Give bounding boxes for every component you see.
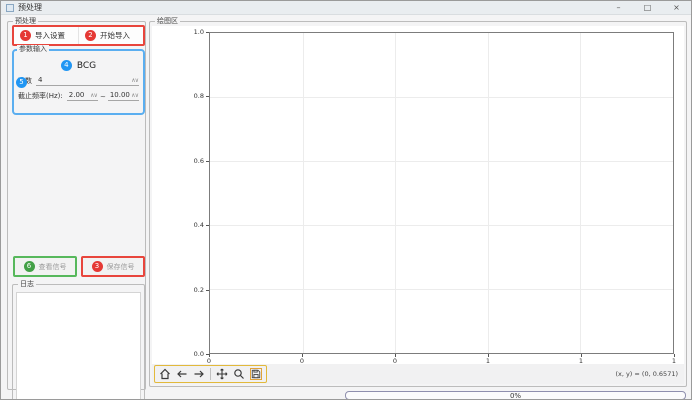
close-button[interactable]: × — [662, 1, 691, 14]
badge-1: 1 — [20, 30, 31, 41]
gridline — [210, 289, 673, 290]
save-signal-label: 保存信号 — [107, 262, 135, 272]
cutoff-low-spin-arrows[interactable]: ∧∨ — [90, 92, 97, 99]
import-settings-label: 导入设置 — [35, 30, 65, 41]
gridline — [580, 33, 581, 353]
action-buttons-row: 6 查看信号 3 保存信号 — [13, 256, 145, 277]
y-tick-label: 0.2 — [184, 286, 204, 294]
x-tick-mark — [302, 354, 303, 357]
y-tick-mark — [206, 161, 209, 162]
spin-down-icon[interactable]: ∨ — [135, 77, 138, 84]
log-group-label: 日志 — [18, 280, 36, 289]
gridline — [210, 161, 673, 162]
forward-arrow-icon[interactable] — [193, 368, 205, 380]
log-textarea[interactable] — [16, 292, 141, 400]
y-tick-label: 0.6 — [184, 157, 204, 165]
badge-2: 2 — [85, 30, 96, 41]
start-import-button[interactable]: 2 开始导入 — [78, 27, 143, 44]
plot-area-group: 绘图区 1.0 0.8 0.6 0.4 0.2 0.0 — [149, 21, 687, 387]
cutoff-high-value: 10.00 — [110, 91, 130, 99]
params-group: 参数输入 5 4 BCG 阶数 4 ∧∨ 截止频率(Hz): 2.00 ∧∨ ~ — [12, 49, 145, 115]
plot-canvas[interactable]: 1.0 0.8 0.6 0.4 0.2 0.0 0 0 0 1 1 1 — [152, 26, 684, 366]
cursor-coordinates-readout: (x, y) = (0, 0.6571) — [615, 370, 678, 378]
cutoff-high-spinbox[interactable]: 10.00 ∧∨ — [108, 91, 139, 101]
view-signal-button[interactable]: 6 查看信号 — [13, 256, 77, 277]
cutoff-low-value: 2.00 — [69, 91, 85, 99]
plot-axes[interactable] — [209, 32, 674, 354]
import-settings-button[interactable]: 1 导入设置 — [14, 27, 78, 44]
minimize-button[interactable]: – — [604, 1, 633, 14]
params-group-label: 参数输入 — [17, 45, 49, 54]
cutoff-high-spin-arrows[interactable]: ∧∨ — [131, 92, 138, 99]
titlebar: 预处理 – □ × — [1, 1, 691, 15]
signal-type-label: BCG — [77, 61, 96, 71]
cutoff-row: 截止频率(Hz): 2.00 ∧∨ ~ 10.00 ∧∨ — [18, 91, 139, 101]
x-tick-mark — [488, 354, 489, 357]
home-icon[interactable] — [159, 368, 171, 380]
pan-icon[interactable] — [216, 368, 228, 380]
badge-4: 4 — [61, 60, 72, 71]
badge-6: 6 — [24, 261, 35, 272]
spin-down-icon[interactable]: ∨ — [135, 92, 138, 99]
maximize-button[interactable]: □ — [633, 1, 662, 14]
y-tick-label: 1.0 — [184, 28, 204, 36]
order-row: 阶数 4 ∧∨ — [18, 76, 139, 86]
log-group: 日志 — [12, 284, 145, 400]
x-tick-mark — [674, 354, 675, 357]
window-controls: – □ × — [604, 1, 691, 14]
order-spin-arrows[interactable]: ∧∨ — [131, 77, 138, 84]
badge-3: 3 — [92, 261, 103, 272]
plot-toolbar: (x, y) = (0, 0.6571) — [152, 364, 684, 384]
badge-5: 5 — [16, 77, 27, 88]
y-tick-mark — [206, 96, 209, 97]
gridline — [395, 33, 396, 353]
app-icon — [6, 4, 14, 12]
plot-area-group-label: 绘图区 — [155, 17, 180, 26]
save-signal-button[interactable]: 3 保存信号 — [81, 256, 145, 277]
gridline — [210, 97, 673, 98]
save-icon[interactable] — [250, 368, 262, 380]
y-tick-mark — [206, 225, 209, 226]
view-signal-label: 查看信号 — [39, 262, 67, 272]
gridline — [303, 33, 304, 353]
order-value: 4 — [38, 76, 42, 84]
cutoff-separator: ~ — [100, 93, 106, 101]
preprocess-group: 预处理 1 导入设置 2 开始导入 参数输入 5 4 BCG 阶数 4 — [7, 21, 146, 390]
order-spinbox[interactable]: 4 ∧∨ — [36, 76, 139, 86]
y-tick-label: 0.4 — [184, 221, 204, 229]
spin-down-icon[interactable]: ∨ — [94, 92, 97, 99]
import-annotation-box: 1 导入设置 2 开始导入 — [12, 25, 145, 46]
zoom-icon[interactable] — [233, 368, 245, 380]
y-tick-label: 0.8 — [184, 92, 204, 100]
gridline — [210, 225, 673, 226]
gridline — [488, 33, 489, 353]
x-tick-mark — [395, 354, 396, 357]
progress-bar: 0% — [345, 391, 686, 400]
signal-type-row: 4 BCG — [14, 60, 143, 71]
back-arrow-icon[interactable] — [176, 368, 188, 380]
y-tick-mark — [206, 32, 209, 33]
plot-toolbar-cluster — [154, 365, 267, 383]
x-tick-mark — [581, 354, 582, 357]
x-tick-mark — [209, 354, 210, 357]
toolbar-separator — [210, 368, 211, 380]
start-import-label: 开始导入 — [100, 30, 130, 41]
cutoff-low-spinbox[interactable]: 2.00 ∧∨ — [67, 91, 98, 101]
window-title: 预处理 — [18, 2, 42, 13]
app-window: 预处理 – □ × 预处理 1 导入设置 2 开始导入 参数输入 5 4 BCG — [0, 0, 692, 400]
cutoff-label: 截止频率(Hz): — [18, 91, 63, 101]
y-tick-mark — [206, 290, 209, 291]
